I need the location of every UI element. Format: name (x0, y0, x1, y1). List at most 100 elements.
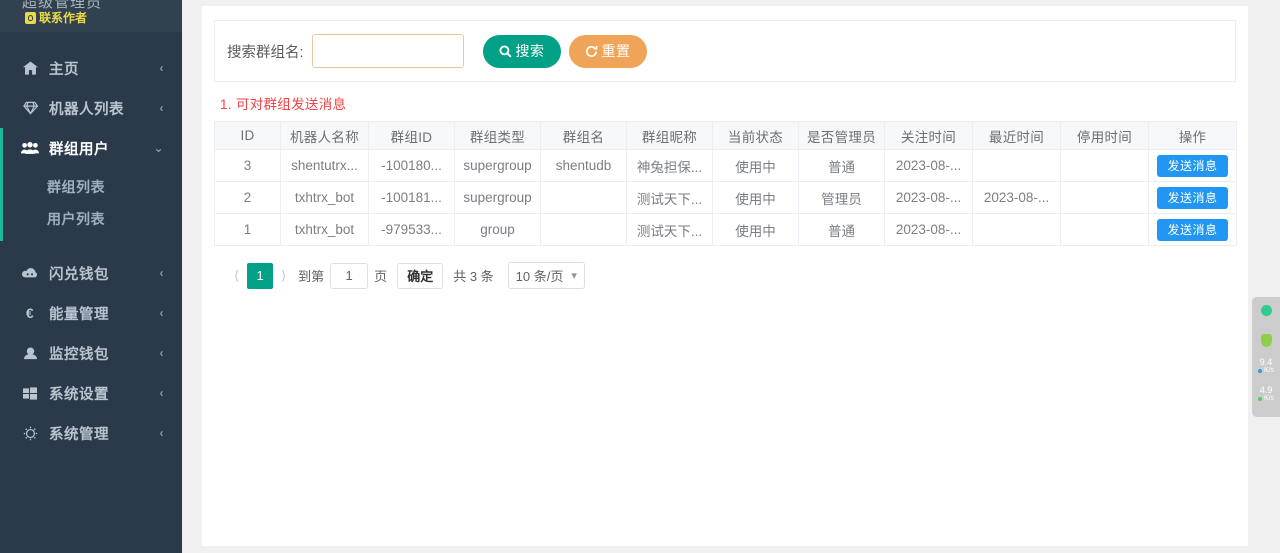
chevron-left-icon-monitor: ‹ (159, 346, 164, 360)
search-label: 搜索群组名: (227, 44, 304, 61)
pagination: ⟨ 1 ⟩ 到第 页 确定 共 3 条 10 条/页 ▾ (228, 262, 1236, 289)
sidebar-group-swap-wallet: 闪兑钱包 ‹ (0, 253, 182, 293)
chevron-down-icon-group-users: ⌄ (153, 141, 164, 155)
cell-follow-time: 2023-08-... (884, 213, 973, 246)
search-icon (498, 44, 512, 58)
user-badge-icon (25, 11, 36, 24)
download-speed-unit: K/s (1257, 367, 1275, 375)
sidebar-item-system-settings[interactable]: 系统设置 ‹ (0, 373, 182, 413)
cell-stop-time (1060, 181, 1149, 214)
shield-status-icon (1260, 334, 1272, 347)
download-arrow-icon (1257, 369, 1262, 373)
chevron-left-icon-settings: ‹ (159, 386, 164, 400)
goto-page-input[interactable] (330, 262, 369, 289)
refresh-icon (585, 45, 598, 58)
search-bar: 搜索群组名: 搜索 重置 (214, 20, 1236, 82)
page-number-1[interactable]: 1 (247, 262, 274, 289)
network-speed-widget[interactable]: 9.4 K/s 4.9 K/s (1252, 297, 1280, 417)
th-group-name: 群组名 (540, 121, 627, 150)
cell-follow-time: 2023-08-... (884, 181, 973, 214)
sidebar-group-system-admin: 系统管理 ‹ (0, 413, 182, 453)
windows-icon (20, 386, 40, 400)
cell-recent-time (972, 213, 1061, 246)
reset-button[interactable]: 重置 (568, 34, 647, 68)
th-group-nickname: 群组昵称 (626, 121, 713, 150)
cell-recent-time (972, 149, 1061, 182)
sidebar-item-user-list[interactable]: 用户列表 (0, 203, 182, 235)
cell-group-type: supergroup (454, 149, 541, 182)
th-recent-time: 最近时间 (972, 121, 1061, 150)
sidebar-item-label-system-settings: 系统设置 (49, 386, 109, 403)
th-bot-name: 机器人名称 (280, 121, 369, 150)
goto-label: 到第 (298, 269, 325, 284)
cell-is-admin: 普通 (798, 149, 885, 182)
sidebar-item-label-system-admin: 系统管理 (49, 426, 109, 443)
cell-group-name (540, 213, 627, 246)
cell-group-nickname: 测试天下... (626, 213, 713, 246)
sidebar-group-group-users: 群组用户 ⌄ 群组列表 用户列表 (0, 128, 182, 241)
cell-recent-time: 2023-08-... (972, 181, 1061, 214)
send-message-button[interactable]: 发送消息 (1157, 218, 1228, 241)
table-row[interactable]: 1 txhtrx_bot -979533... group 测试天下... 使用… (214, 213, 1237, 246)
sidebar-item-group-list[interactable]: 群组列表 (0, 171, 182, 203)
wallet-icon (20, 347, 40, 360)
sidebar-submenu-group-users: 群组列表 用户列表 (0, 168, 182, 241)
cell-is-admin: 普通 (798, 213, 885, 246)
download-unit-label: K/s (1263, 367, 1275, 374)
page-size-select[interactable]: 10 条/页 ▾ (507, 262, 585, 289)
cell-action: 发送消息 (1148, 149, 1237, 182)
cell-group-name: shentudb (540, 149, 627, 182)
th-is-admin: 是否管理员 (798, 121, 885, 150)
cell-id: 3 (214, 149, 281, 182)
sidebar-item-bot-list[interactable]: 机器人列表 ‹ (0, 88, 182, 128)
gem-icon (20, 101, 40, 115)
th-group-type: 群组类型 (454, 121, 541, 150)
cell-bot-name: shentutrx... (280, 149, 369, 182)
cell-action: 发送消息 (1148, 213, 1237, 246)
send-message-button[interactable]: 发送消息 (1157, 154, 1228, 177)
sidebar-item-system-admin[interactable]: 系统管理 ‹ (0, 413, 182, 453)
chevron-left-icon-admin: ‹ (159, 426, 164, 440)
chevron-left-icon-home: ‹ (159, 61, 164, 75)
chevron-left-icon[interactable]: ⟨ (228, 268, 245, 284)
cell-stop-time (1060, 149, 1149, 182)
sidebar-contact-author-link[interactable]: 联系作者 (25, 9, 87, 26)
sidebar-user-box: 超级管理员 联系作者 (0, 0, 182, 32)
table-row[interactable]: 3 shentutrx... -100180... supergroup she… (214, 149, 1237, 182)
sidebar-group-home: 主页 ‹ (0, 48, 182, 88)
sidebar-item-group-users[interactable]: 群组用户 ⌄ (0, 128, 182, 168)
page-size-label: 10 条/页 (515, 269, 564, 284)
send-message-button[interactable]: 发送消息 (1157, 186, 1228, 209)
main-content: 搜索群组名: 搜索 重置 1. 可对群组发送消息 ID 机器人名称 群组ID 群… (182, 0, 1280, 553)
cell-bot-name: txhtrx_bot (280, 181, 369, 214)
status-dot-icon (1260, 305, 1272, 316)
sidebar-group-bots: 机器人列表 ‹ (0, 88, 182, 128)
chevron-left-icon-bots: ‹ (159, 101, 164, 115)
confirm-page-button[interactable]: 确定 (397, 262, 444, 289)
th-stop-time: 停用时间 (1060, 121, 1149, 150)
sidebar: 超级管理员 联系作者 主页 ‹ 机器人列表 ‹ 群组用户 ⌄ 群组列表 用户列表… (0, 0, 182, 553)
sidebar-item-monitor-wallet[interactable]: 监控钱包 ‹ (0, 333, 182, 373)
cell-stop-time (1060, 213, 1149, 246)
chevron-right-icon[interactable]: ⟩ (275, 268, 292, 284)
chevron-left-icon-energy: ‹ (159, 306, 164, 320)
search-button[interactable]: 搜索 (482, 34, 561, 68)
euro-icon: € (25, 305, 35, 321)
search-input[interactable] (311, 34, 464, 68)
sidebar-item-home[interactable]: 主页 ‹ (0, 48, 182, 88)
cell-group-type: supergroup (454, 181, 541, 214)
notice-text: 1. 可对群组发送消息 (220, 97, 347, 112)
th-status: 当前状态 (712, 121, 799, 150)
table-row[interactable]: 2 txhtrx_bot -100181... supergroup 测试天下.… (214, 181, 1237, 214)
cell-status: 使用中 (712, 181, 799, 214)
cell-bot-name: txhtrx_bot (280, 213, 369, 246)
sidebar-item-swap-wallet[interactable]: 闪兑钱包 ‹ (0, 253, 182, 293)
sidebar-item-label-bot-list: 机器人列表 (49, 101, 124, 118)
chevron-down-icon: ▾ (571, 270, 577, 282)
search-button-label: 搜索 (515, 43, 545, 59)
cell-group-id: -100181... (368, 181, 455, 214)
sidebar-item-energy-management[interactable]: € 能量管理 ‹ (0, 293, 182, 333)
cloud-icon (20, 267, 40, 279)
